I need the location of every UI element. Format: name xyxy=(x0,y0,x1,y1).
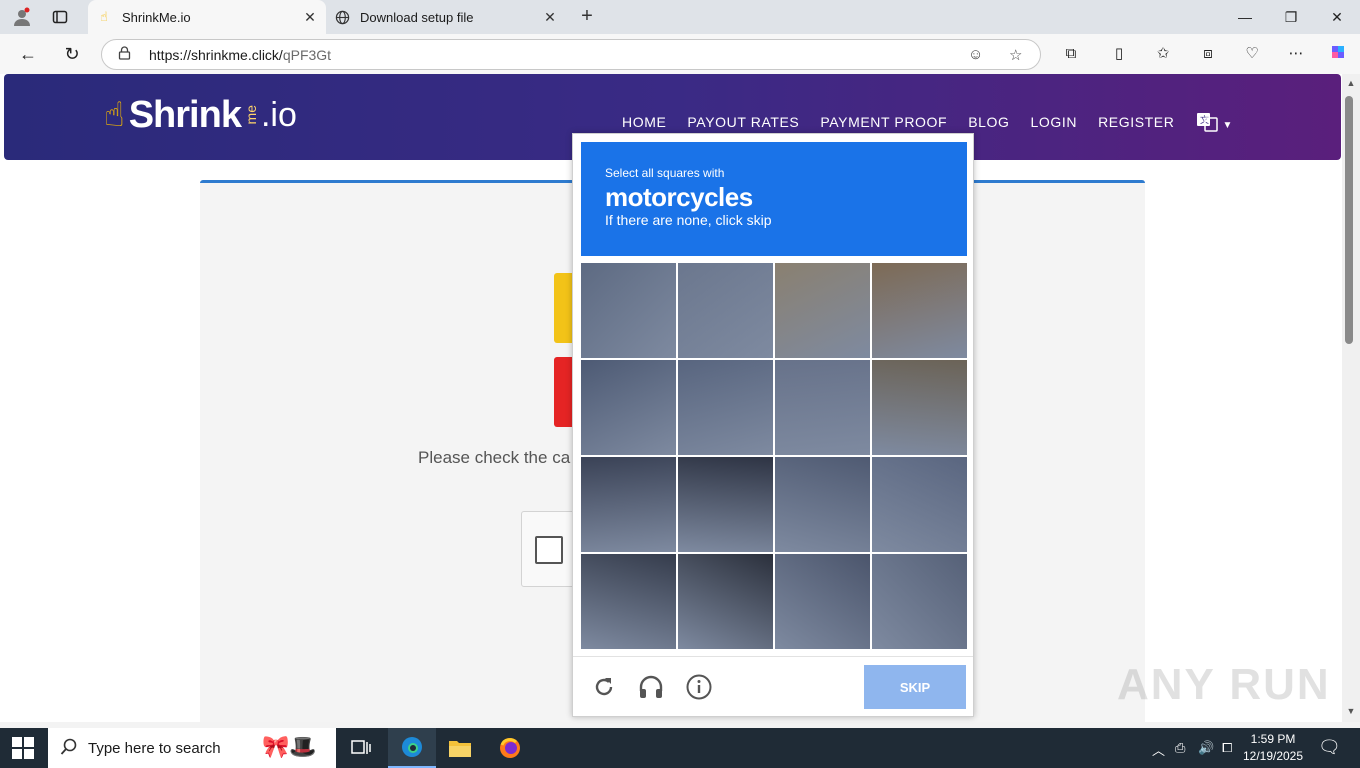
nav-payment-proof[interactable]: PAYMENT PROOF xyxy=(820,114,947,130)
captcha-tile[interactable] xyxy=(678,360,773,455)
collections-icon[interactable]: ⧈ xyxy=(1196,42,1220,66)
url-text[interactable]: https://shrinkme.click/qPF3Gt xyxy=(149,47,331,63)
nav-home[interactable]: HOME xyxy=(622,114,666,130)
browser-titlebar: ☝ ShrinkMe.io ✕ Download setup file ✕ + … xyxy=(0,0,1360,34)
captcha-challenge-popup: Select all squares with motorcycles If t… xyxy=(572,133,974,717)
search-placeholder: Type here to search xyxy=(88,740,221,757)
tab-actions-icon[interactable] xyxy=(48,6,72,28)
skip-button[interactable]: SKIP xyxy=(864,665,966,709)
scrollbar-thumb[interactable] xyxy=(1345,96,1353,344)
scroll-up-icon[interactable]: ▲ xyxy=(1345,78,1357,90)
extensions-icon[interactable]: ⧉ xyxy=(1059,42,1083,66)
info-icon[interactable] xyxy=(685,673,713,701)
search-icon xyxy=(60,738,78,761)
page-scrollbar[interactable]: ▲ ▼ xyxy=(1342,74,1360,722)
captcha-tile[interactable] xyxy=(775,263,870,358)
back-button[interactable]: ← xyxy=(16,42,40,66)
task-view-icon[interactable] xyxy=(347,734,375,762)
edge-app-icon[interactable] xyxy=(388,728,436,768)
headphones-icon[interactable] xyxy=(637,673,665,701)
profile-icon[interactable] xyxy=(10,6,34,28)
site-nav-links: HOME PAYOUT RATES PAYMENT PROOF BLOG LOG… xyxy=(622,114,1174,130)
recaptcha-checkbox[interactable] xyxy=(535,536,563,564)
globe-icon xyxy=(334,9,350,25)
tab-shrinkme[interactable]: ☝ ShrinkMe.io ✕ xyxy=(88,0,326,34)
hand-pointer-icon: ☝ xyxy=(100,9,108,24)
captcha-tile[interactable] xyxy=(581,457,676,552)
refresh-button[interactable]: ↻ xyxy=(60,42,84,66)
captcha-tile[interactable] xyxy=(872,360,967,455)
nav-blog[interactable]: BLOG xyxy=(968,114,1009,130)
captcha-tile[interactable] xyxy=(775,457,870,552)
close-window-button[interactable]: ✕ xyxy=(1326,6,1348,28)
url-host: https://shrinkme.click/ xyxy=(149,47,283,63)
logo-brand: Shrink xyxy=(128,93,242,136)
check-captcha-text: Please check the ca xyxy=(418,448,571,467)
reload-icon[interactable] xyxy=(590,673,618,701)
site-logo[interactable]: ☝ Shrink me .io xyxy=(104,90,297,140)
captcha-target: motorcycles xyxy=(605,182,753,212)
taskbar-search[interactable]: Type here to search 🎀🎩 xyxy=(48,728,336,768)
tab-download[interactable]: Download setup file ✕ xyxy=(326,0,566,34)
clock-date: 12/19/2025 xyxy=(1242,749,1304,763)
tab-title: ShrinkMe.io xyxy=(122,9,191,25)
minimize-button[interactable]: — xyxy=(1234,6,1256,28)
anyrun-watermark: ANY RUN xyxy=(1117,660,1331,709)
logo-me: me xyxy=(242,105,259,125)
url-path: qPF3Gt xyxy=(282,47,332,63)
captcha-tile[interactable] xyxy=(678,263,773,358)
captcha-tile[interactable] xyxy=(581,263,676,358)
lock-icon[interactable] xyxy=(118,46,131,63)
nav-login[interactable]: LOGIN xyxy=(1031,114,1078,130)
captcha-tile[interactable] xyxy=(872,554,967,649)
captcha-tile[interactable] xyxy=(872,457,967,552)
taskbar: Type here to search 🎀🎩 ︿ ⎙ 🔊 ⧠ 1:59 PM 1… xyxy=(0,728,1360,768)
captcha-footer: SKIP xyxy=(573,656,973,716)
close-icon[interactable]: ✕ xyxy=(542,9,558,26)
chevron-down-icon: ▼ xyxy=(1222,120,1233,131)
nav-register[interactable]: REGISTER xyxy=(1098,114,1174,130)
captcha-tile[interactable] xyxy=(678,457,773,552)
notifications-icon[interactable]: 🗨 xyxy=(1318,737,1341,758)
volume-icon[interactable]: 🔊 xyxy=(1198,740,1214,756)
favorite-star-icon[interactable]: ☆ xyxy=(1009,46,1022,64)
nav-payout-rates[interactable]: PAYOUT RATES xyxy=(687,114,799,130)
more-menu-icon[interactable]: ⋯ xyxy=(1284,42,1308,66)
captcha-hint: If there are none, click skip xyxy=(605,212,772,228)
reading-mode-icon[interactable]: ☺ xyxy=(968,46,983,63)
new-tab-button[interactable]: + xyxy=(576,6,598,28)
captcha-image-grid xyxy=(581,263,967,649)
captcha-instruction: Select all squares with xyxy=(605,166,725,180)
browser-essentials-icon[interactable]: ♡ xyxy=(1240,42,1264,66)
captcha-tile[interactable] xyxy=(581,360,676,455)
captcha-header: Select all squares with motorcycles If t… xyxy=(581,142,967,256)
copilot-icon[interactable] xyxy=(1326,42,1350,66)
tab-title: Download setup file xyxy=(360,9,474,25)
clock-time: 1:59 PM xyxy=(1250,732,1296,746)
firefox-icon[interactable] xyxy=(496,734,524,762)
tray-chevron-icon[interactable]: ︿ xyxy=(1152,740,1165,759)
start-button[interactable] xyxy=(12,737,34,759)
restore-button[interactable]: ❐ xyxy=(1280,6,1302,28)
search-highlight-icon: 🎀🎩 xyxy=(262,734,317,759)
captcha-tile[interactable] xyxy=(872,263,967,358)
address-bar[interactable]: https://shrinkme.click/qPF3Gt ☺ ☆ xyxy=(101,39,1041,70)
scroll-down-icon[interactable]: ▼ xyxy=(1345,706,1357,718)
translate-icon: 文 xyxy=(1196,113,1222,136)
hand-pointer-icon: ☝ xyxy=(104,96,125,134)
network-icon[interactable]: ⧠ xyxy=(1222,740,1232,756)
favorites-icon[interactable]: ✩ xyxy=(1151,42,1175,66)
captcha-tile[interactable] xyxy=(775,360,870,455)
meet-now-icon[interactable]: ⎙ xyxy=(1175,740,1185,756)
captcha-tile[interactable] xyxy=(581,554,676,649)
close-icon[interactable]: ✕ xyxy=(302,9,318,26)
taskbar-clock[interactable]: 1:59 PM 12/19/2025 xyxy=(1240,731,1306,765)
file-explorer-icon[interactable] xyxy=(446,734,474,762)
language-selector[interactable]: 文 ▼ xyxy=(1196,112,1232,137)
split-screen-icon[interactable]: ▯ xyxy=(1107,42,1131,66)
captcha-tile[interactable] xyxy=(775,554,870,649)
address-bar-row: ← ↻ https://shrinkme.click/qPF3Gt ☺ ☆ ⧉ … xyxy=(0,34,1360,74)
captcha-tile[interactable] xyxy=(678,554,773,649)
logo-tld: .io xyxy=(260,95,297,134)
